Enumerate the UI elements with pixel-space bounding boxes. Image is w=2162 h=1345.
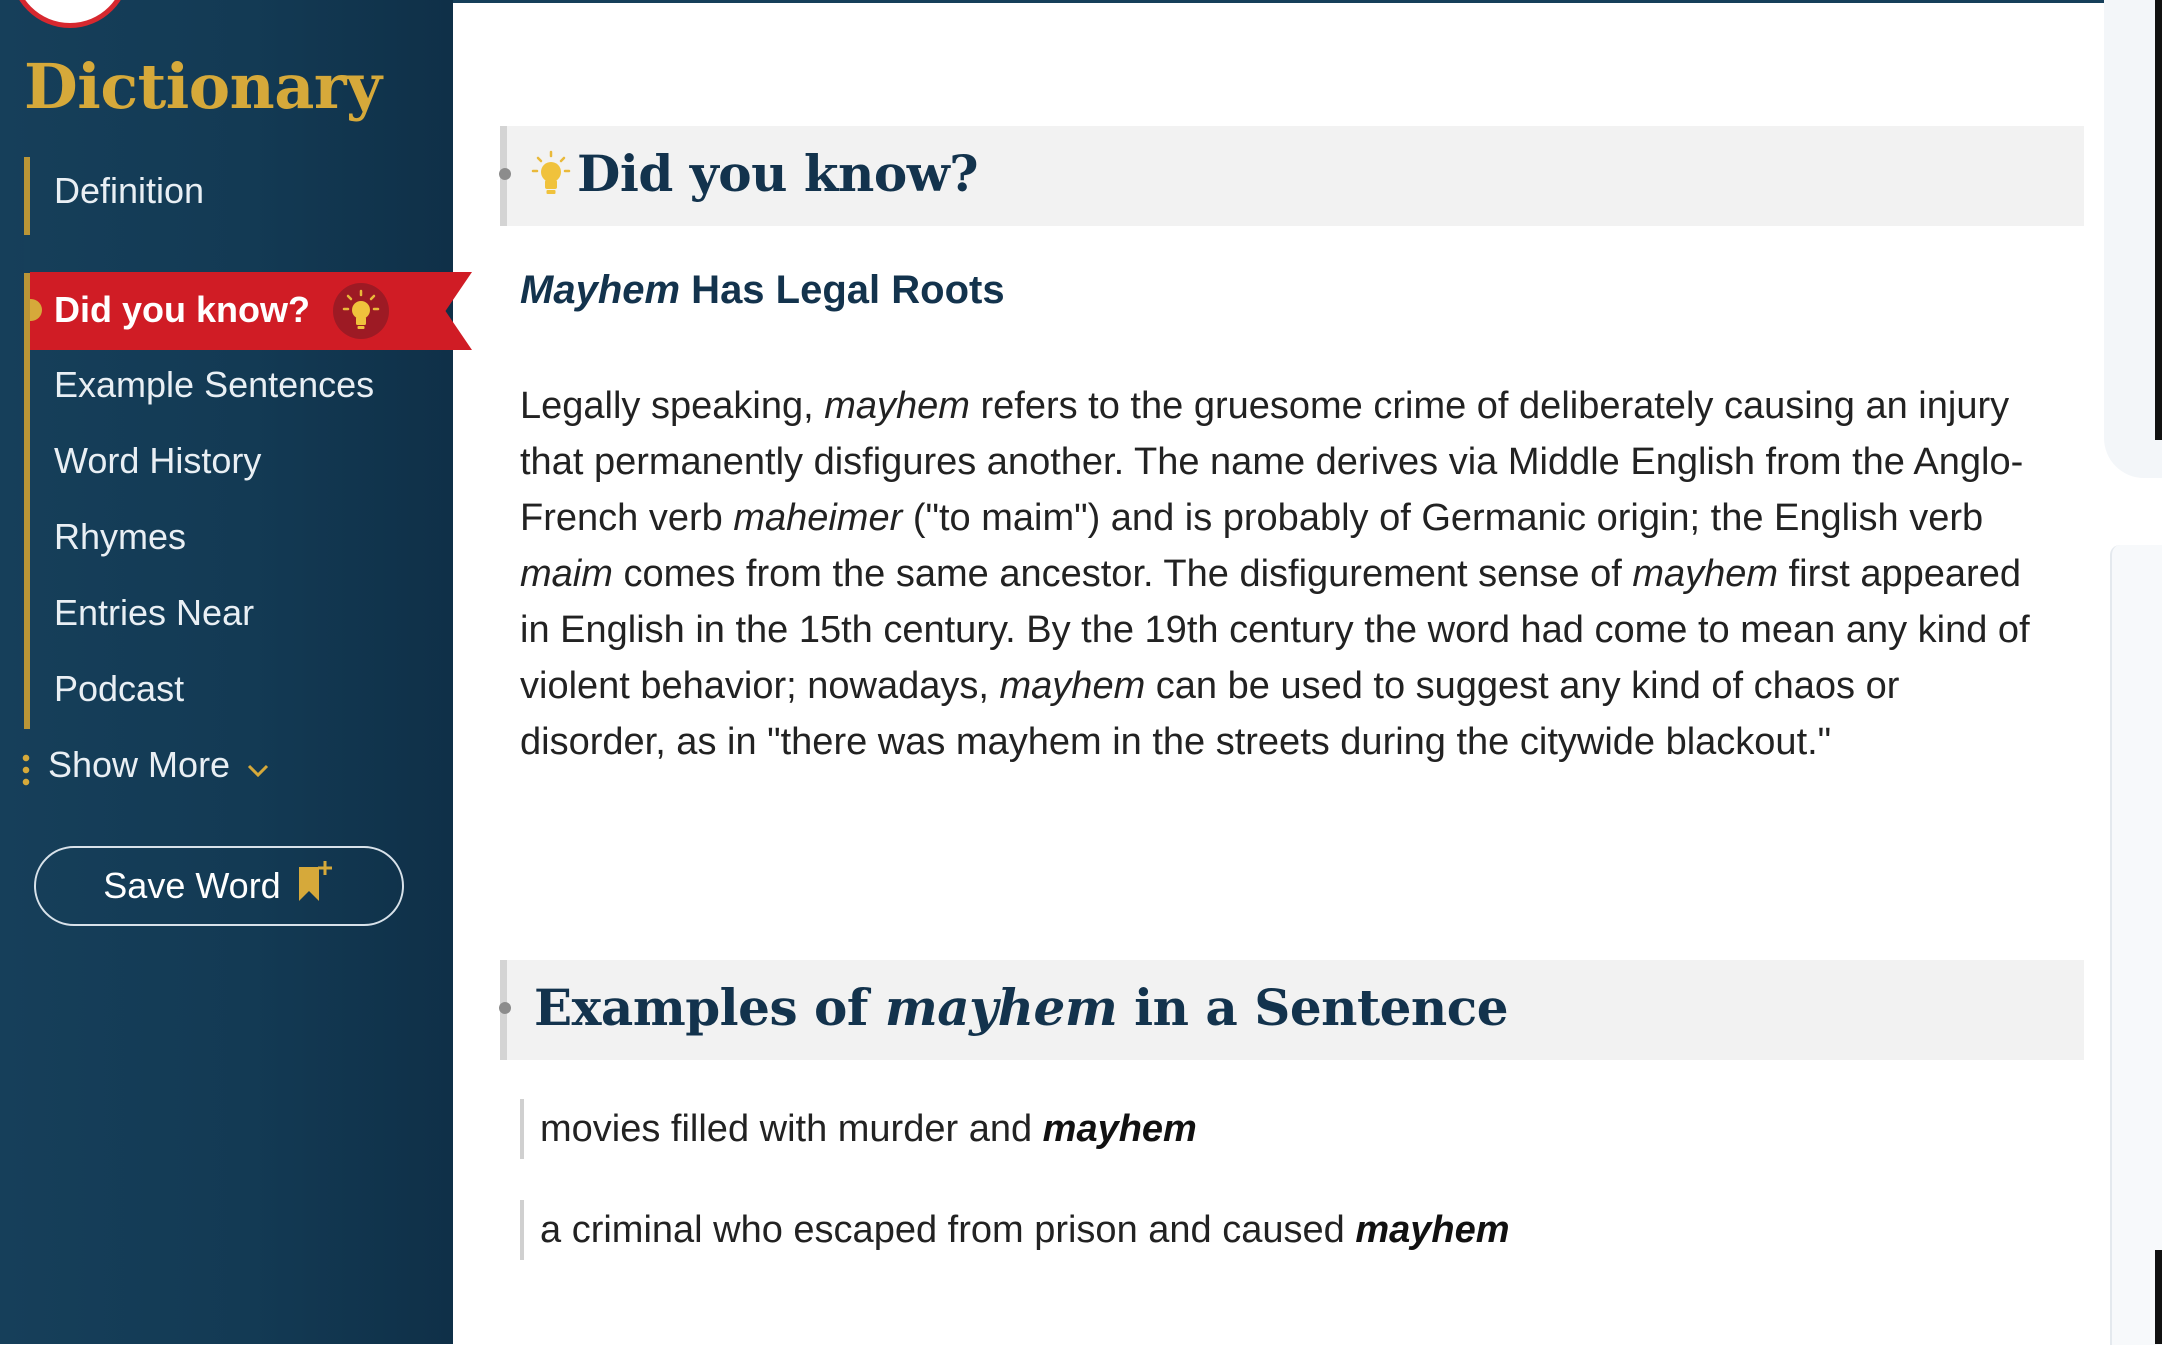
right-scroll-edge-lower (2155, 1250, 2162, 1344)
right-panel-lower (2110, 545, 2162, 1345)
nav-item-definition[interactable]: Definition (54, 170, 204, 212)
save-word-button[interactable]: Save Word (34, 846, 404, 926)
italic-term: maim (520, 553, 613, 595)
did-you-know-subhead: Mayhem Has Legal Roots (520, 268, 1005, 313)
example-text: movies filled with murder and (540, 1108, 1043, 1150)
section-pin (499, 1002, 511, 1014)
lightbulb-icon (333, 283, 389, 339)
nav-item-entries-near[interactable]: Entries Near (54, 592, 254, 634)
italic-term: mayhem (824, 385, 970, 427)
did-you-know-paragraph: Legally speaking, mayhem refers to the g… (520, 378, 2050, 770)
nav-item-podcast[interactable]: Podcast (54, 668, 184, 710)
right-scroll-edge (2155, 0, 2162, 440)
nav-rail-gap (24, 235, 30, 273)
example-word[interactable]: mayhem (1043, 1108, 1197, 1150)
example-text: a criminal who escaped from prison and c… (540, 1209, 1356, 1251)
italic-term: maheimer (733, 497, 903, 539)
subhead-word: Mayhem (520, 268, 681, 312)
nav-item-label: Did you know? (54, 289, 310, 330)
example-sentence: movies filled with murder and mayhem (520, 1099, 1197, 1159)
section-pin (499, 168, 511, 180)
bookmark-plus-icon (295, 859, 335, 914)
heading-post: in a Sentence (1117, 978, 1509, 1037)
example-sentence: a criminal who escaped from prison and c… (520, 1200, 1510, 1260)
paragraph-text: comes from the same ancestor. The disfig… (612, 553, 1633, 595)
paragraph-text: ("to maim") and is probably of Germanic … (902, 497, 1984, 539)
save-word-label: Save Word (103, 865, 281, 906)
heading-pre: Examples of (534, 978, 885, 1037)
chevron-down-icon (246, 746, 270, 788)
paragraph-text: Legally speaking, (520, 385, 825, 427)
heading-word: mayhem (884, 978, 1118, 1037)
right-panel (2104, 0, 2162, 478)
top-border (453, 0, 2162, 3)
did-you-know-header: Did you know? (499, 126, 2084, 226)
example-word[interactable]: mayhem (1355, 1209, 1509, 1251)
italic-term: mayhem (1632, 553, 1779, 595)
nav-item-did-you-know[interactable]: Did you know? (30, 272, 472, 350)
subhead-rest: Has Legal Roots (680, 268, 1005, 312)
nav-item-rhymes[interactable]: Rhymes (54, 516, 186, 558)
section-title: Examples of mayhem in a Sentence (534, 978, 1509, 1037)
nav-item-word-history[interactable]: Word History (54, 440, 261, 482)
sidebar-brand: Dictionary (24, 50, 382, 123)
examples-header: Examples of mayhem in a Sentence (499, 960, 2084, 1060)
nav-item-example-sentences[interactable]: Example Sentences (54, 364, 374, 406)
logo[interactable] (10, 0, 130, 28)
show-more-button[interactable]: Show More (48, 744, 270, 788)
dots-icon (22, 752, 30, 788)
lightbulb-icon (531, 150, 571, 204)
sidebar: Dictionary Definition Did you know? Exam… (0, 0, 472, 1344)
section-title: Did you know? (577, 144, 979, 203)
show-more-label: Show More (48, 744, 231, 785)
italic-term: mayhem (999, 665, 1146, 707)
